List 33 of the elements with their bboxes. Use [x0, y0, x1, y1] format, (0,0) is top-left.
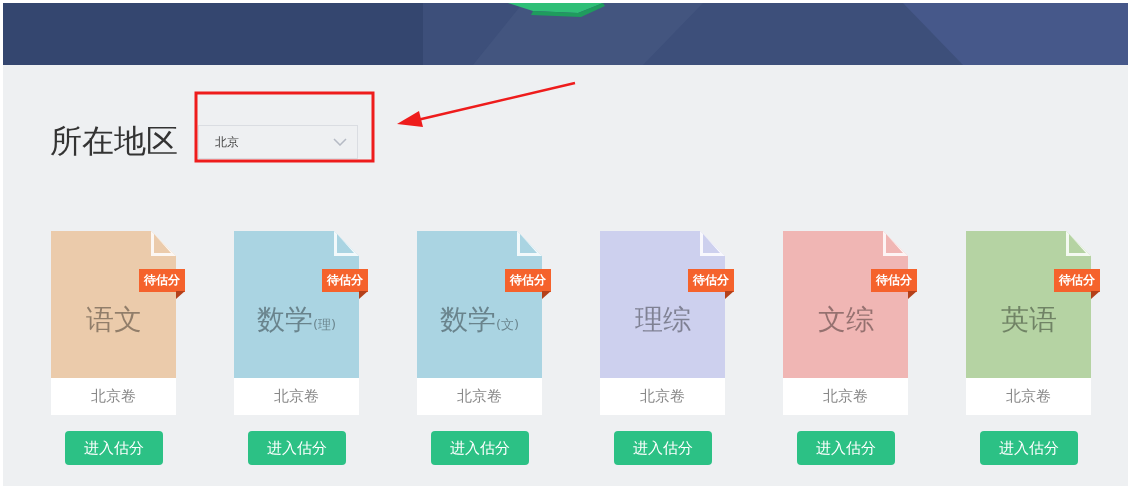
paper-label: 北京卷: [51, 378, 176, 415]
estimate-button[interactable]: 进入估分: [430, 431, 529, 465]
subject-name: 文综: [817, 301, 874, 338]
estimate-button[interactable]: 进入估分: [64, 431, 163, 465]
ribbon-fold-icon: [725, 291, 734, 299]
ribbon-fold-icon: [542, 291, 551, 299]
subject-name: 数学(理): [256, 301, 337, 338]
status-badge: 待估分: [322, 269, 368, 292]
ribbon-fold-icon: [1091, 291, 1100, 299]
subject-name: 数学(文): [439, 301, 520, 338]
paper-label: 北京卷: [783, 378, 908, 415]
paper-label: 北京卷: [417, 378, 542, 415]
status-badge: 待估分: [139, 269, 185, 292]
region-select[interactable]: 北京: [198, 125, 358, 159]
status-badge: 待估分: [871, 269, 917, 292]
subject-name: 英语: [1000, 301, 1057, 338]
region-label: 所在地区: [50, 121, 178, 162]
estimate-button[interactable]: 进入估分: [613, 431, 712, 465]
status-badge: 待估分: [688, 269, 734, 292]
estimate-button[interactable]: 进入估分: [979, 431, 1078, 465]
ribbon-fold-icon: [359, 291, 368, 299]
subject-name: 语文: [85, 301, 142, 338]
chevron-down-icon: [333, 138, 347, 146]
estimate-button[interactable]: 进入估分: [796, 431, 895, 465]
subject-name: 理综: [634, 301, 691, 338]
paper-label: 北京卷: [234, 378, 359, 415]
status-badge: 待估分: [505, 269, 551, 292]
estimate-button[interactable]: 进入估分: [247, 431, 346, 465]
ribbon-fold-icon: [908, 291, 917, 299]
paper-label: 北京卷: [966, 378, 1091, 415]
paper-label: 北京卷: [600, 378, 725, 415]
ribbon-fold-icon: [176, 291, 185, 299]
status-badge: 待估分: [1054, 269, 1100, 292]
